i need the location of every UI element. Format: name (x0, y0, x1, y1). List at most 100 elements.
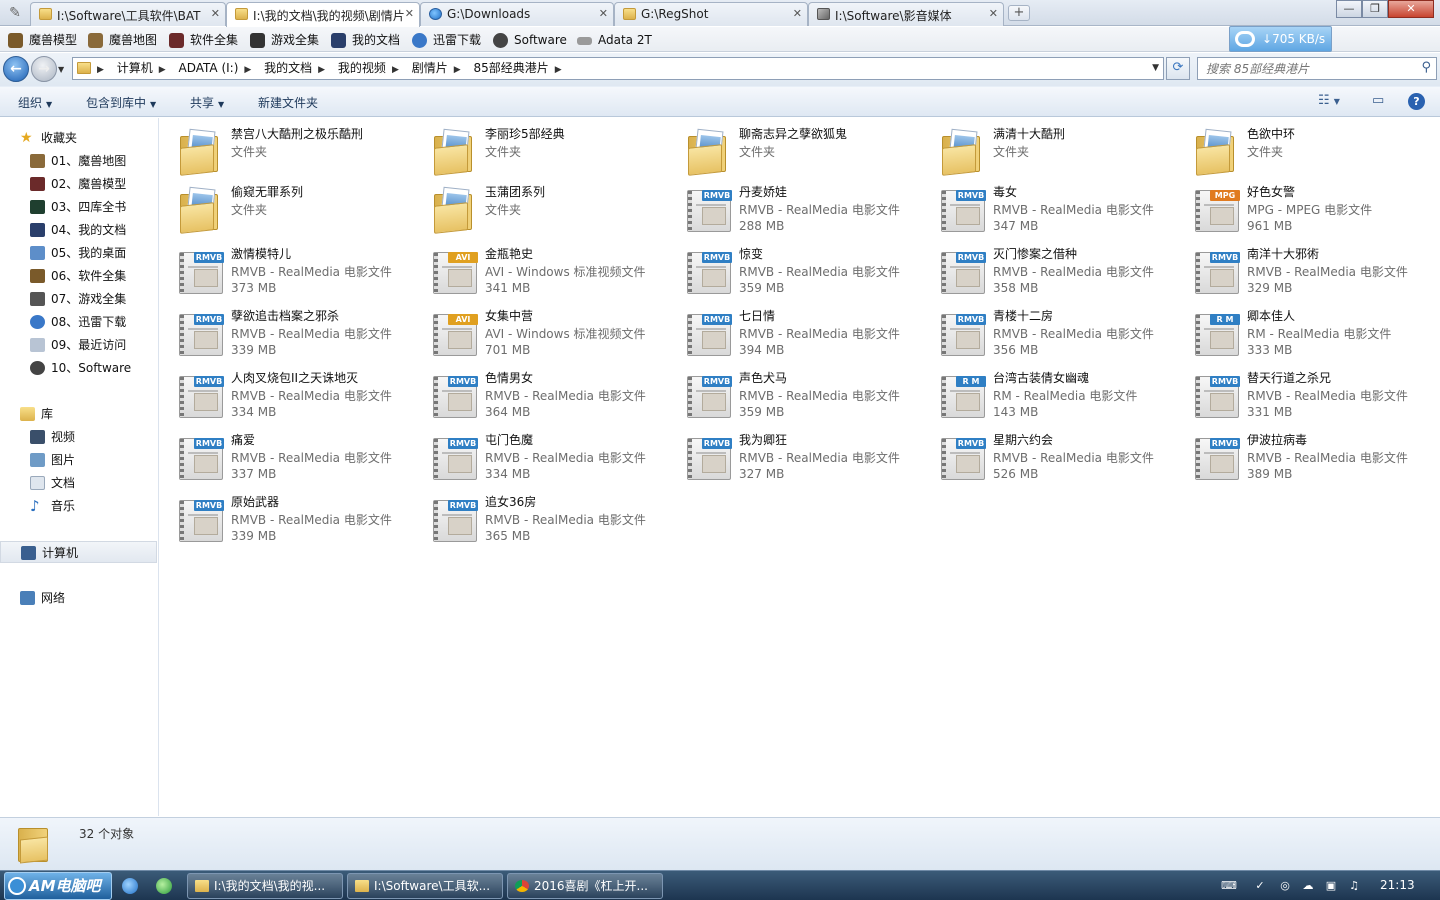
network-icon[interactable]: ▣ (1324, 879, 1338, 893)
nav-library-header[interactable]: 库 (0, 403, 157, 425)
ie-icon[interactable] (122, 878, 138, 894)
nav-fav-item[interactable]: 01、魔兽地图 (0, 150, 157, 172)
nav-library-videos[interactable]: 视频 (0, 426, 157, 448)
video-file-item[interactable]: RMVB 替天行道之杀兄 RMVB - RealMedia 电影文件 331 MB (1176, 366, 1426, 424)
fav-item[interactable]: 魔兽模型 (8, 31, 77, 49)
browser-icon[interactable] (156, 878, 172, 894)
video-file-item[interactable]: R M 台湾古装倩女幽魂 RM - RealMedia 电影文件 143 MB (922, 366, 1172, 424)
video-file-item[interactable]: RMVB 我为卿狂 RMVB - RealMedia 电影文件 327 MB (668, 428, 918, 486)
video-file-item[interactable]: RMVB 色情男女 RMVB - RealMedia 电影文件 364 MB (414, 366, 664, 424)
tab-downloads[interactable]: G:\Downloads ✕ (420, 2, 614, 26)
chevron-right-icon[interactable]: ▶ (318, 65, 325, 75)
nav-favorites-header[interactable]: ★ 收藏夹 (0, 127, 157, 149)
video-file-item[interactable]: RMVB 原始武器 RMVB - RealMedia 电影文件 339 MB (160, 490, 410, 548)
taskbar-item-explorer-docs[interactable]: I:\我的文档\我的视... (187, 873, 343, 899)
nav-fav-item[interactable]: 05、我的桌面 (0, 242, 157, 264)
folder-item[interactable]: 禁宫八大酷刑之极乐酷刑 文件夹 (160, 122, 410, 180)
chevron-right-icon[interactable]: ▶ (244, 65, 251, 75)
new-tab-button[interactable]: + (1008, 5, 1030, 21)
folder-item[interactable]: 满清十大酷刑 文件夹 (922, 122, 1172, 180)
video-file-item[interactable]: RMVB 青楼十二房 RMVB - RealMedia 电影文件 356 MB (922, 304, 1172, 362)
tab-bat[interactable]: I:\Software\工具软件\BAT ✕ (30, 2, 226, 26)
cloud-icon[interactable]: ☁ (1301, 879, 1315, 893)
crumb-computer[interactable]: 计算机 (117, 61, 153, 75)
close-window-button[interactable]: ✕ (1388, 0, 1434, 18)
chevron-right-icon[interactable]: ▶ (454, 65, 461, 75)
new-folder-button[interactable]: 新建文件夹 (258, 94, 318, 111)
nav-network[interactable]: 网络 (0, 587, 157, 609)
taskbar-item-explorer-software[interactable]: I:\Software\工具软... (347, 873, 503, 899)
chevron-right-icon[interactable]: ▶ (392, 65, 399, 75)
nav-library-pictures[interactable]: 图片 (0, 449, 157, 471)
video-file-item[interactable]: RMVB 声色犬马 RMVB - RealMedia 电影文件 359 MB (668, 366, 918, 424)
video-file-item[interactable]: RMVB 南洋十大邪術 RMVB - RealMedia 电影文件 329 MB (1176, 242, 1426, 300)
crumb-drama[interactable]: 剧情片 (412, 61, 448, 75)
folder-item[interactable]: 聊斋志异之孽欲狐鬼 文件夹 (668, 122, 918, 180)
chevron-right-icon[interactable]: ▶ (555, 65, 562, 75)
tab-current-folder[interactable]: I:\我的文档\我的视频\剧情片 ✕ (226, 2, 420, 27)
nav-fav-item[interactable]: 08、迅雷下载 (0, 311, 157, 333)
chevron-right-icon[interactable]: ▶ (159, 65, 166, 75)
close-icon[interactable]: ✕ (989, 7, 998, 20)
close-icon[interactable]: ✕ (793, 7, 802, 20)
crumb-documents[interactable]: 我的文档 (264, 61, 312, 75)
video-file-item[interactable]: RMVB 激情模特儿 RMVB - RealMedia 电影文件 373 MB (160, 242, 410, 300)
video-file-item[interactable]: RMVB 屯门色魔 RMVB - RealMedia 电影文件 334 MB (414, 428, 664, 486)
nav-fav-item[interactable]: 03、四库全书 (0, 196, 157, 218)
fav-item[interactable]: Adata 2T (577, 31, 652, 49)
fav-item[interactable]: 软件全集 (169, 31, 238, 49)
address-field[interactable]: ▶ 计算机 ▶ ADATA (I:) ▶ 我的文档 ▶ 我的视频 ▶ 剧情片 ▶ 85部经… (72, 57, 1164, 80)
close-icon[interactable]: ✕ (405, 7, 414, 20)
video-file-item[interactable]: RMVB 丹麦娇娃 RMVB - RealMedia 电影文件 288 MB (668, 180, 918, 238)
organize-button[interactable]: 组织 ▼ (18, 94, 52, 111)
nav-library-music[interactable]: ♪ 音乐 (0, 495, 157, 517)
history-dropdown-icon[interactable]: ▼ (58, 65, 64, 74)
start-button[interactable]: AM电脑吧 (4, 872, 112, 900)
nav-fav-item[interactable]: 10、Software (0, 357, 157, 379)
video-file-item[interactable]: RMVB 人肉叉烧包II之天诛地灭 RMVB - RealMedia 电影文件 334… (160, 366, 410, 424)
video-file-item[interactable]: RMVB 星期六约会 RMVB - RealMedia 电影文件 526 MB (922, 428, 1172, 486)
minimize-button[interactable]: — (1336, 0, 1362, 18)
tab-media[interactable]: I:\Software\影音媒体 ✕ (808, 2, 1004, 26)
fav-item[interactable]: 游戏全集 (250, 31, 319, 49)
video-file-item[interactable]: RMVB 伊波拉病毒 RMVB - RealMedia 电影文件 389 MB (1176, 428, 1426, 486)
refresh-button[interactable]: ⟳ (1166, 57, 1190, 80)
fav-item[interactable]: 魔兽地图 (88, 31, 157, 49)
chevron-down-icon[interactable]: ▼ (1152, 58, 1159, 79)
back-button[interactable]: ← (3, 56, 29, 82)
folder-item[interactable]: 色欲中环 文件夹 (1176, 122, 1426, 180)
crumb-videos[interactable]: 我的视频 (338, 61, 386, 75)
keyboard-icon[interactable]: ⌨ (1221, 879, 1237, 893)
view-options-icon[interactable]: ☷ ▼ (1318, 93, 1340, 111)
nav-fav-item[interactable]: 02、魔兽模型 (0, 173, 157, 195)
crumb-current[interactable]: 85部经典港片 (473, 61, 548, 75)
chevron-right-icon[interactable]: ▶ (97, 65, 104, 75)
crumb-drive[interactable]: ADATA (I:) (179, 61, 239, 75)
video-file-item[interactable]: RMVB 孽欲追击档案之邪杀 RMVB - RealMedia 电影文件 339 MB (160, 304, 410, 362)
search-icon[interactable]: ⚲ (1421, 60, 1431, 75)
folder-item[interactable]: 李丽珍5部经典 文件夹 (414, 122, 664, 180)
video-file-item[interactable]: MPG 好色女警 MPG - MPEG 电影文件 961 MB (1176, 180, 1426, 238)
nav-fav-item[interactable]: 04、我的文档 (0, 219, 157, 241)
preview-pane-icon[interactable]: ▭ (1372, 93, 1384, 111)
chat-icon[interactable]: ◎ (1278, 879, 1292, 893)
forward-button[interactable]: → (31, 56, 57, 82)
download-speed-widget[interactable]: ↓705 KB/s (1229, 26, 1332, 52)
volume-icon[interactable]: ♫ (1347, 879, 1361, 893)
search-input[interactable] (1198, 58, 1408, 79)
fav-item[interactable]: 迅雷下载 (412, 31, 481, 49)
video-file-item[interactable]: RMVB 七日情 RMVB - RealMedia 电影文件 394 MB (668, 304, 918, 362)
folder-item[interactable]: 玉蒲团系列 文件夹 (414, 180, 664, 238)
wrench-icon[interactable]: ✎ (6, 4, 24, 22)
clock[interactable]: 21:13 (1380, 878, 1415, 892)
maximize-button[interactable]: ❐ (1362, 0, 1388, 18)
nav-library-documents[interactable]: 文档 (0, 472, 157, 494)
close-icon[interactable]: ✕ (211, 7, 220, 20)
folder-item[interactable]: 偷窥无罪系列 文件夹 (160, 180, 410, 238)
include-library-button[interactable]: 包含到库中 ▼ (86, 94, 156, 111)
security-icon[interactable]: ✓ (1253, 879, 1267, 893)
video-file-item[interactable]: RMVB 毒女 RMVB - RealMedia 电影文件 347 MB (922, 180, 1172, 238)
nav-computer[interactable]: 计算机 (0, 541, 157, 563)
help-icon[interactable]: ? (1408, 93, 1425, 110)
close-icon[interactable]: ✕ (599, 7, 608, 20)
